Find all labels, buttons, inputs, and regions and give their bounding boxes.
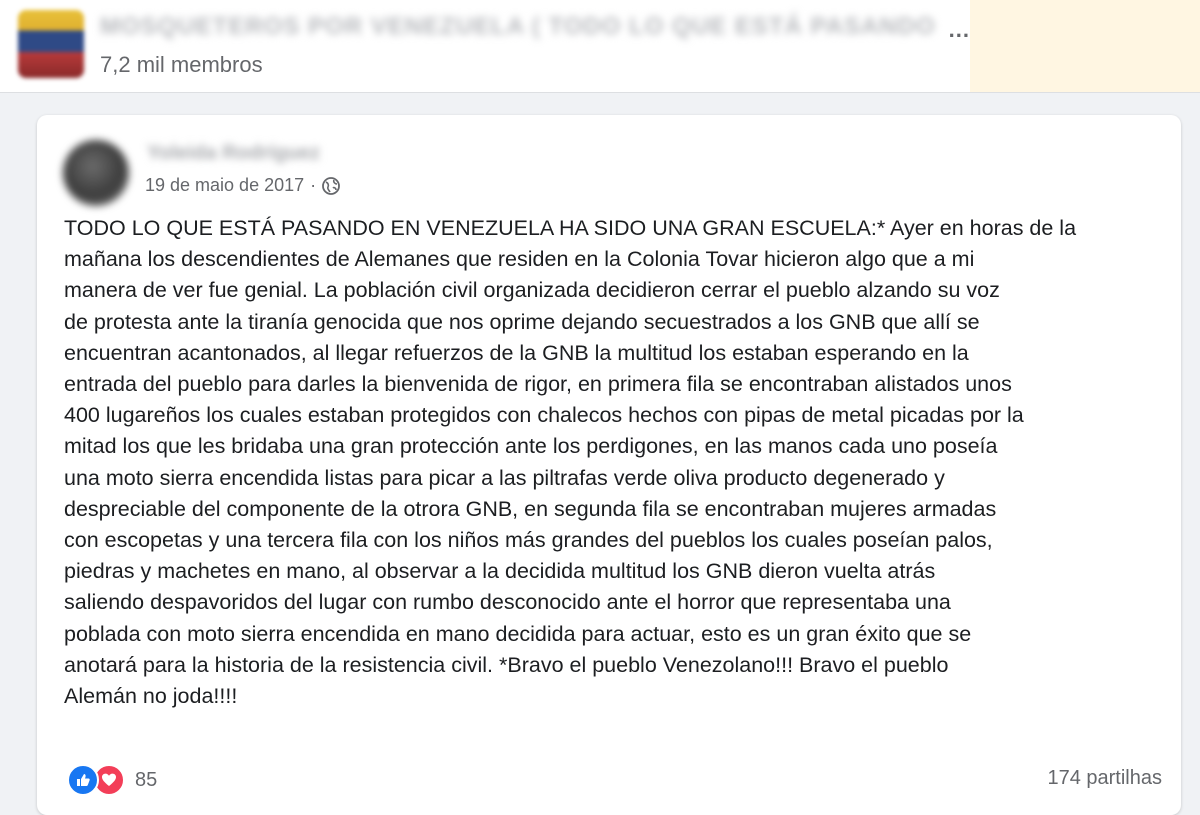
post-body-text: TODO LO QUE ESTÁ PASANDO EN VENEZUELA HA… [64,216,1077,709]
reaction-summary[interactable]: 85 [67,764,157,796]
post-meta: 19 de maio de 2017 · [145,175,341,196]
group-name-ellipsis: ... [948,17,970,42]
post-date[interactable]: 19 de maio de 2017 [145,175,304,196]
group-cover-thumbnail[interactable] [18,10,84,78]
group-name-text: MOSQUETEROS POR VENEZUELA ( TODO LO QUE … [100,13,936,40]
group-name[interactable]: MOSQUETEROS POR VENEZUELA ( TODO LO QUE … [100,13,970,43]
author-avatar[interactable] [63,140,129,206]
side-panel [970,0,1200,92]
share-count[interactable]: 174 partilhas [1047,767,1162,790]
reaction-count: 85 [135,768,158,791]
like-icon [67,764,99,796]
globe-icon[interactable] [322,176,341,195]
meta-separator: · [310,175,317,195]
author-name[interactable]: Yoleida Rodríguez [147,142,320,165]
group-member-count: 7,2 mil membros [100,52,263,77]
